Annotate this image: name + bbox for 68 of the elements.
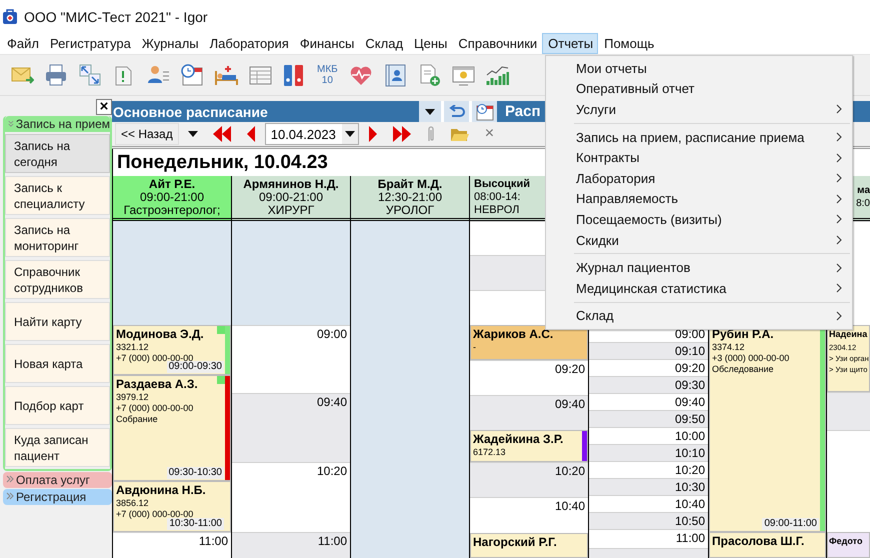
appointment-detail: - (473, 342, 477, 353)
doctor-name: Высоцкий (474, 178, 530, 190)
patient-name: Надеина (829, 328, 868, 341)
panel-title: Расп (505, 103, 541, 120)
sidebar-group-title: Оплата услуг (16, 473, 90, 487)
slot-time: 10:20 (674, 462, 706, 477)
appointment-detail: +7 (000) 000-00-00 (116, 403, 194, 414)
appointment-time: 09:00-09:30 (166, 361, 224, 373)
appointment-detail: +7 (000) 000-00-00 (116, 509, 194, 519)
specialty: УРОЛОГ (386, 204, 434, 216)
slot-time: 10:40 (554, 498, 586, 513)
work-hours: 09:00-21:00 (258, 190, 324, 204)
work-hours: 09:00-21:00 (140, 190, 204, 204)
patient-name: Авдюнина Н.Б. (116, 483, 207, 498)
appointment-detail: +3 (000) 000-00-00 (712, 353, 790, 364)
slot-time: 11:00 (318, 533, 348, 548)
appointment-detail: +7 (000) 000-00-00 (116, 353, 194, 363)
slot-time: 09:20 (674, 360, 706, 375)
appointment-detail: 3856.12 (116, 498, 150, 509)
appointment-detail: 3374.12 (712, 342, 746, 353)
slot-time: 10:40 (674, 496, 706, 511)
appointment-time: 09:00-11:00 (762, 518, 819, 530)
patient-name: Жадейкина З.Р. (473, 432, 564, 447)
doctor-name: Айт Р.Е. (148, 178, 196, 190)
patient-name: Федото (829, 535, 864, 548)
doctor-name: Брайт М.Д. (378, 178, 442, 190)
appointment-detail: 6172.13 (473, 447, 507, 458)
slot-time: 10:30 (674, 479, 706, 494)
slot-time: 10:50 (674, 513, 706, 528)
patient-name: Модинова Э.Д. (116, 327, 205, 342)
slot-time: 09:40 (316, 394, 348, 409)
appointment-time: 10:30-11:00 (167, 518, 224, 530)
slot-time: 09:40 (554, 396, 586, 411)
slot-time: 10:20 (316, 463, 348, 478)
specialty: НЕВРОЛ (474, 204, 520, 216)
slot-time: 10:20 (554, 463, 586, 478)
sidebar-group-title: Запись на прием (16, 117, 110, 131)
slot-time: 11:00 (676, 530, 706, 545)
window-title: ООО "МИС-Тест 2021" - Igor (24, 8, 208, 24)
doctor-name: ма (857, 184, 870, 197)
patient-name: Жариков А.С. (473, 327, 554, 342)
sidebar-group-title: Регистрация (16, 490, 86, 504)
slot-time: 09:10 (674, 343, 706, 358)
work-hours: 12:30-21:00 (378, 190, 442, 204)
appointment-detail: Собрание (116, 414, 159, 425)
slot-time: 11:00 (198, 533, 229, 548)
slot-time: 10:10 (674, 445, 706, 460)
specialty: Гастроэнтеролог; (124, 204, 220, 216)
slot-time: 09:50 (674, 411, 706, 426)
slot-time: 10:00 (674, 428, 706, 443)
patient-name: Раздаева А.З. (116, 377, 199, 392)
panel-title: Основное расписание (113, 104, 268, 120)
slot-time: 09:40 (674, 394, 706, 409)
patient-name: Прасолова Ш.Г. (712, 534, 806, 549)
appointment-detail: 3979.12 (116, 392, 150, 403)
slot-time: 09:30 (674, 377, 706, 392)
work-hours: 08:00-14: (474, 190, 520, 204)
appointment-detail: Обследование (712, 364, 775, 375)
appointment-detail: 3321.12 (116, 342, 150, 353)
specialty: ХИРУРГ (268, 204, 314, 216)
slot-time: 09:00 (316, 326, 348, 341)
work-hours: 8:0 (856, 197, 870, 210)
appointment-time: 09:30-10:30 (166, 467, 224, 479)
slot-time: 09:00 (674, 326, 706, 341)
doctor-name: Армянинов Н.Д. (243, 178, 339, 190)
slot-time: 09:20 (554, 361, 586, 376)
patient-name: Нагорский Р.Г. (473, 535, 558, 550)
patient-name: Рубин Р.А. (712, 327, 775, 342)
